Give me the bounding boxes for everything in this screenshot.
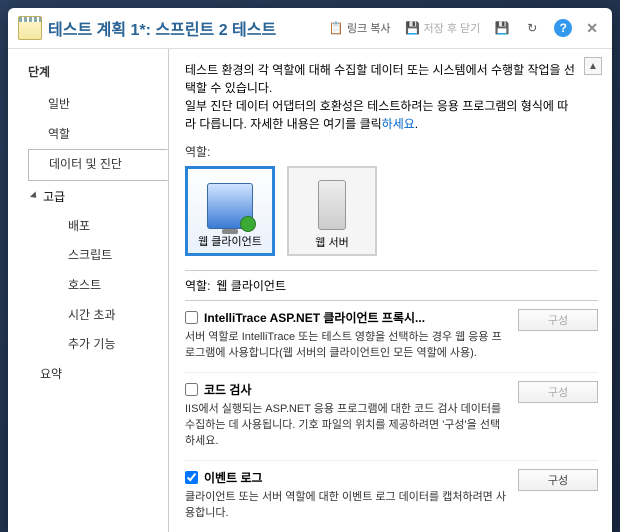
server-icon [318,180,346,230]
nav-deploy[interactable]: 배포 [58,212,167,242]
role-tiles: 웹 클라이언트 웹 서버 [185,166,598,256]
save-close-label: 저장 후 닫기 [424,20,481,36]
selected-role-row: 역할: 웹 클라이언트 [185,270,598,300]
role-tile-web-client[interactable]: 웹 클라이언트 [185,166,275,256]
role-tile-web-server[interactable]: 웹 서버 [287,166,377,256]
adapter-desc: IIS에서 실행되는 ASP.NET 응용 프로그램에 대한 코드 검사 데이터… [185,402,510,450]
nav-general[interactable]: 일반 [28,90,167,120]
adapter-event-log: 이벤트 로그 클라이언트 또는 서버 역할에 대한 이벤트 로그 데이터를 캡처… [185,461,598,532]
close-icon: ✕ [586,20,598,37]
adapter-code-coverage: 코드 검사 IIS에서 실행되는 ASP.NET 응용 프로그램에 대한 코드 … [185,373,598,461]
copy-link-icon: 📋 [328,20,344,36]
nav-addons[interactable]: 추가 기능 [58,330,167,360]
close-action[interactable]: ✕ [582,18,602,39]
adapter-desc: 클라이언트 또는 서버 역할에 대한 이벤트 로그 데이터를 캡처하려면 사용합… [185,490,510,522]
test-plan-icon [18,16,42,40]
nav-summary[interactable]: 요약 [28,360,167,390]
desc-period: . [415,117,418,131]
selected-role-value: 웹 클라이언트 [216,277,286,294]
save-close-action[interactable]: 💾 저장 후 닫기 [401,18,485,38]
help-action[interactable]: ? [550,17,576,39]
selected-role-label: 역할: [185,277,210,294]
adapter-intellitrace: IntelliTrace ASP.NET 클라이언트 프록시... 서버 역할로… [185,301,598,373]
role-tile-label: 웹 클라이언트 [198,233,262,249]
save-action[interactable]: 💾 [490,18,514,38]
sidebar-heading: 단계 [28,63,167,80]
collapse-description-button[interactable]: ▲ [584,57,602,75]
desc-line2: 일부 진단 데이터 어댑터의 호환성은 테스트하려는 응용 프로그램의 형식에 … [185,99,568,131]
configure-button-code-coverage[interactable]: 구성 [518,381,598,403]
check-badge-icon [240,216,256,232]
adapter-desc: 서버 역할로 IntelliTrace 또는 테스트 영향을 선택하는 경우 웹… [185,330,510,362]
nav-data-diagnostics[interactable]: 데이터 및 진단 [28,149,168,181]
desc-line1: 테스트 환경의 각 역할에 대해 수집할 데이터 또는 시스템에서 수행할 작업… [185,63,575,95]
save-icon: 💾 [494,20,510,36]
nav-timeout[interactable]: 시간 초과 [58,301,167,331]
adapter-checkbox-intellitrace[interactable] [185,311,198,324]
main-panel: ▲ 테스트 환경의 각 역할에 대해 수집할 데이터 또는 시스템에서 수행할 … [168,49,612,532]
configure-button-intellitrace[interactable]: 구성 [518,309,598,331]
dialog-window: 테스트 계획 1*: 스프린트 2 테스트 📋 링크 복사 💾 저장 후 닫기 … [8,8,612,532]
adapter-checkbox-event-log[interactable] [185,471,198,484]
save-close-icon: 💾 [405,20,421,36]
description-text: 테스트 환경의 각 역할에 대해 수집할 데이터 또는 시스템에서 수행할 작업… [185,61,598,133]
adapter-list: IntelliTrace ASP.NET 클라이언트 프록시... 서버 역할로… [185,300,598,532]
refresh-icon: ↻ [524,20,540,36]
nav-role[interactable]: 역할 [28,120,167,150]
titlebar: 테스트 계획 1*: 스프린트 2 테스트 📋 링크 복사 💾 저장 후 닫기 … [8,8,612,49]
monitor-icon [207,183,253,229]
nav-advanced-label: 고급 [43,188,65,205]
nav-advanced-group[interactable]: 고급 [28,181,167,212]
nav-host[interactable]: 호스트 [58,271,167,301]
copy-link-label: 링크 복사 [347,20,391,36]
adapter-checkbox-code-coverage[interactable] [185,383,198,396]
refresh-action[interactable]: ↻ [520,18,544,38]
adapter-title: 코드 검사 [204,381,252,398]
copy-link-action[interactable]: 📋 링크 복사 [324,18,395,38]
sidebar: 단계 일반 역할 데이터 및 진단 고급 배포 스크립트 호스트 시간 초과 추… [8,49,168,532]
role-tile-label: 웹 서버 [315,234,348,250]
adapter-title: 이벤트 로그 [204,469,263,486]
window-title: 테스트 계획 1*: 스프린트 2 테스트 [48,16,276,40]
roles-label: 역할: [185,143,598,160]
nav-script[interactable]: 스크립트 [58,241,167,271]
chevron-down-icon [30,192,39,201]
desc-help-link[interactable]: 하세요 [382,117,415,131]
adapter-title: IntelliTrace ASP.NET 클라이언트 프록시... [204,309,425,326]
help-icon: ? [554,19,572,37]
configure-button-event-log[interactable]: 구성 [518,469,598,491]
